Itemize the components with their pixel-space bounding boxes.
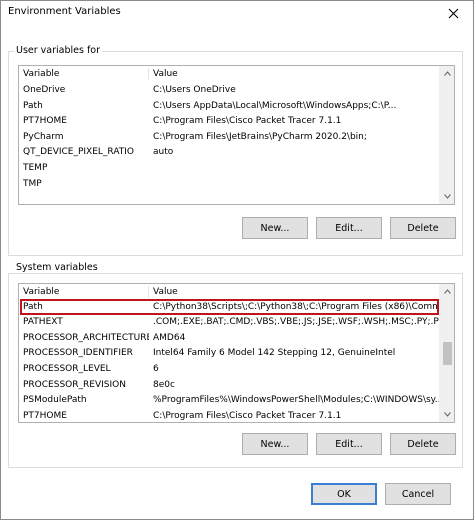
system-variables-list[interactable]: Variable Value Path C:\Python38\Scripts\;…	[18, 283, 455, 423]
user-delete-button[interactable]: Delete	[390, 217, 456, 239]
column-header-value[interactable]: Value	[149, 67, 178, 82]
system-list-scrollbar[interactable]	[439, 284, 454, 422]
variable-value-cell: .COM;.EXE;.BAT;.CMD;.VBS;.VBE;.JS;.JSE;.…	[153, 317, 440, 328]
variable-name-cell: PROCESSOR_LEVEL	[23, 363, 111, 374]
variable-value-cell: AMD64	[153, 332, 186, 343]
variable-value-cell: %ProgramFiles%\WindowsPowerShell\Modules…	[153, 395, 440, 406]
variable-name-cell: PROCESSOR_ARCHITECTURE	[23, 332, 149, 343]
table-row[interactable]: PROCESSOR_LEVEL 6	[19, 362, 440, 378]
variable-name-cell: QT_DEVICE_PIXEL_RATIO	[23, 147, 135, 158]
variable-name-cell: TEMP	[23, 163, 48, 173]
variable-value-cell: C:\Program Files\Cisco Packet Tracer 7.1…	[153, 410, 342, 421]
system-list-header: Variable Value	[19, 284, 440, 300]
scroll-down-button[interactable]	[440, 189, 454, 204]
table-row[interactable]: Path C:\Python38\Scripts\;C:\Python38\;C:…	[19, 300, 440, 316]
variable-value-cell: C:\Users OneDrive	[153, 85, 236, 95]
table-row[interactable]: TMP	[19, 177, 440, 193]
user-list-scrollbar[interactable]	[439, 66, 454, 204]
table-row[interactable]: PROCESSOR_ARCHITECTURE AMD64	[19, 331, 440, 347]
variable-name-cell: PATHEXT	[23, 317, 63, 328]
table-row[interactable]: QT_DEVICE_PIXEL_RATIO auto	[19, 145, 440, 161]
user-variables-label: User variables for	[14, 45, 103, 56]
variable-name-cell: PROCESSOR_REVISION	[23, 379, 126, 390]
variable-name-cell: PSModulePath	[23, 395, 87, 406]
table-row[interactable]: PROCESSOR_REVISION 8e0c	[19, 378, 440, 394]
variable-value-cell	[149, 177, 440, 193]
table-row[interactable]: PT7HOME C:\Program Files\Cisco Packet Tra…	[19, 409, 440, 422]
chevron-down-icon	[444, 194, 451, 199]
variable-value-cell: Intel64 Family 6 Model 142 Stepping 12, …	[153, 348, 396, 359]
variable-name-cell: PT7HOME	[23, 410, 67, 421]
variable-value-cell: C:\Python38\Scripts\;C:\Python38\;C:\Pro…	[153, 301, 440, 312]
window-title: Environment Variables	[8, 6, 121, 17]
variable-name-cell: PROCESSOR_IDENTIFIER	[23, 348, 133, 359]
table-row[interactable]: Path C:\Users AppData\Local\Microsoft\Win…	[19, 99, 440, 115]
user-list-header: Variable Value	[19, 66, 440, 82]
chevron-down-icon	[444, 412, 451, 417]
column-header-variable[interactable]: Variable	[19, 67, 59, 82]
table-row[interactable]: PROCESSOR_IDENTIFIER Intel64 Family 6 Mod…	[19, 346, 440, 362]
variable-value-cell: C:\Program Files\Cisco Packet Tracer 7.1…	[153, 116, 342, 127]
table-row[interactable]: PT7HOME C:\Program Files\Cisco Packet Tra…	[19, 114, 440, 130]
variable-value-cell: C:\Users AppData\Local\Microsoft\Windows…	[153, 100, 397, 111]
table-row[interactable]: PSModulePath %ProgramFiles%\WindowsPowerS…	[19, 393, 440, 409]
table-row[interactable]: PyCharm C:\Program Files\JetBrains\PyChar…	[19, 130, 440, 146]
table-row[interactable]: TEMP	[19, 161, 440, 177]
chevron-up-icon	[444, 71, 451, 76]
close-icon	[448, 8, 458, 18]
column-header-variable[interactable]: Variable	[19, 285, 59, 300]
variable-name-cell: Path	[23, 100, 43, 111]
title-bar[interactable]: Environment Variables	[1, 1, 473, 25]
user-edit-button[interactable]: Edit...	[316, 217, 382, 239]
table-row[interactable]: OneDrive C:\Users OneDrive	[19, 83, 440, 99]
close-button[interactable]	[433, 1, 473, 25]
environment-variables-dialog: Environment Variables User variables for…	[0, 0, 474, 520]
chevron-up-icon	[444, 289, 451, 294]
scroll-down-button[interactable]	[440, 407, 454, 422]
system-variables-label: System variables	[14, 262, 100, 273]
system-delete-button[interactable]: Delete	[390, 433, 456, 455]
system-new-button[interactable]: New...	[242, 433, 308, 455]
scroll-thumb[interactable]	[443, 342, 452, 365]
variable-value-cell: 8e0c	[153, 379, 175, 390]
variable-value-cell	[149, 161, 440, 177]
variable-name-cell: OneDrive	[23, 85, 66, 95]
ok-button[interactable]: OK	[311, 483, 377, 505]
variable-name-cell: PyCharm	[23, 131, 64, 142]
scroll-up-button[interactable]	[440, 284, 454, 299]
variable-name-cell: PT7HOME	[23, 116, 67, 127]
table-row[interactable]: PATHEXT .COM;.EXE;.BAT;.CMD;.VBS;.VBE;.JS…	[19, 315, 440, 331]
variable-value-cell: C:\Program Files\JetBrains\PyCharm 2020.…	[153, 131, 367, 142]
scroll-up-button[interactable]	[440, 66, 454, 81]
system-edit-button[interactable]: Edit...	[316, 433, 382, 455]
user-new-button[interactable]: New...	[242, 217, 308, 239]
variable-value-cell: 6	[153, 363, 159, 374]
variable-value-cell: auto	[153, 147, 174, 158]
column-header-value[interactable]: Value	[149, 285, 178, 300]
cancel-button[interactable]: Cancel	[385, 483, 451, 505]
variable-name-cell: Path	[23, 301, 43, 312]
user-variables-list[interactable]: Variable Value OneDrive C:\Users OneDrive…	[18, 65, 455, 205]
variable-name-cell: TMP	[23, 178, 42, 189]
